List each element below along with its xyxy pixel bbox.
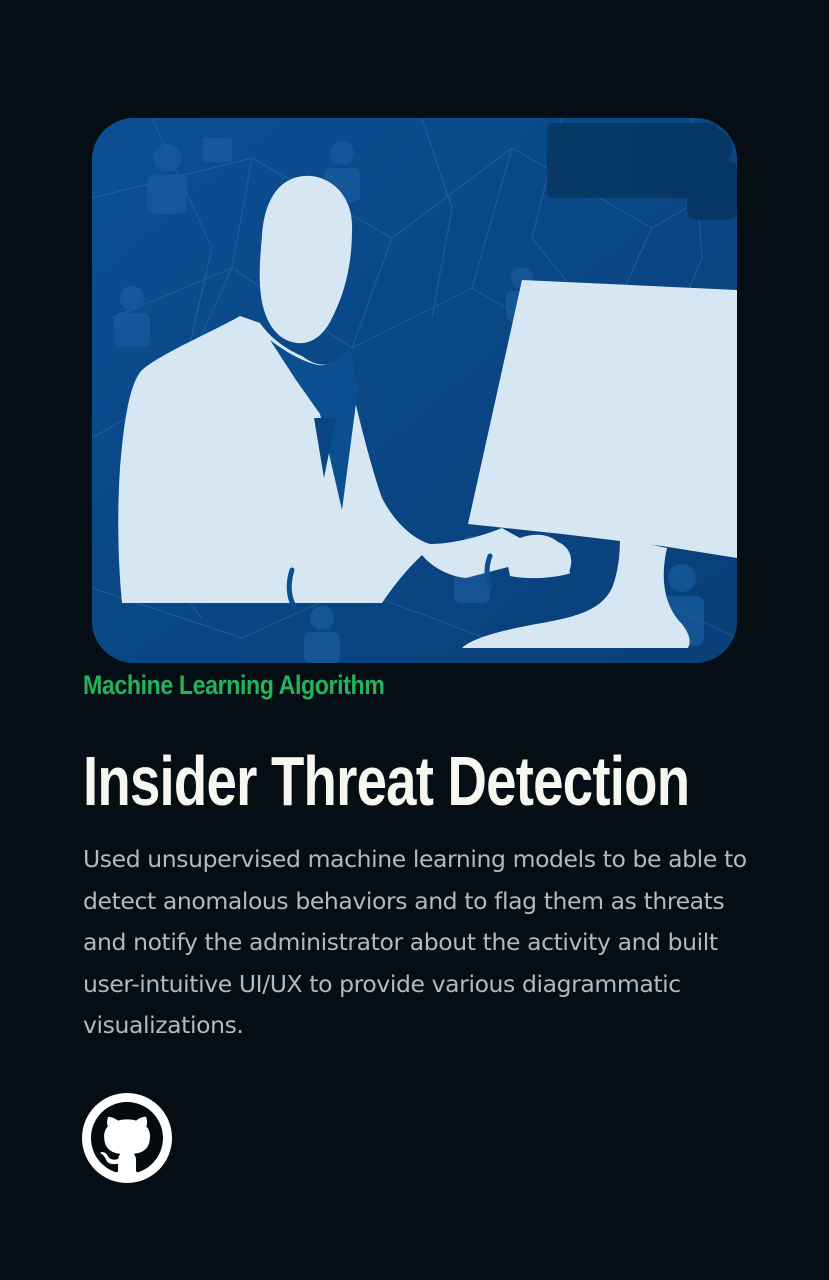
project-title: Insider Threat Detection [83,742,690,820]
github-link[interactable] [82,1093,172,1183]
project-card: Machine Learning Algorithm Insider Threa… [0,0,829,1280]
insider-threat-illustration [92,118,737,663]
project-image [92,118,737,663]
github-icon [91,1102,163,1173]
project-category: Machine Learning Algorithm [83,670,385,700]
project-description: Used unsupervised machine learning model… [83,845,747,1039]
